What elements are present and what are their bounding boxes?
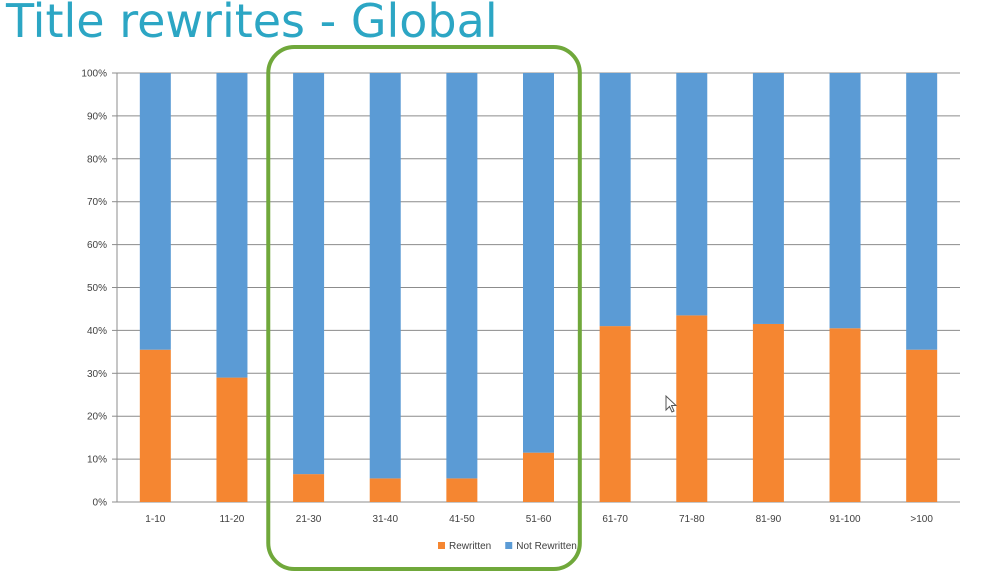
y-tick-label: 80% [87,154,107,165]
y-axis-labels: 0% 10% 20% 30% 40% 50% 60% 70% 80% 90% 100% [81,69,107,509]
bar-not-rewritten [599,73,631,327]
x-tick-label: 1-10 [145,514,165,525]
x-tick-label: 11-20 [220,514,245,525]
y-tick-label: 90% [87,111,107,122]
y-tick-label: 50% [87,283,107,294]
bar-rewritten [599,326,631,502]
x-tick-label: 51-60 [526,514,552,525]
bar-rewritten [139,349,171,502]
y-tick-label: 40% [87,326,107,337]
y-tick-label: 70% [87,197,107,208]
bar-not-rewritten [446,73,478,479]
legend-label: Rewritten [449,541,491,552]
bar-not-rewritten [906,73,938,350]
y-tick-label: 10% [87,455,107,466]
bar-rewritten [676,315,708,502]
legend-swatch [505,542,513,549]
bar-rewritten [446,478,478,502]
y-tick-label: 0% [93,498,108,509]
x-tick-label: >100 [910,514,933,525]
bar-rewritten [369,478,401,502]
mouse-cursor-icon [665,394,678,413]
bar-rewritten [293,474,325,502]
legend: Rewritten Not Rewritten [438,541,577,552]
cursor-arrow-icon [665,394,678,413]
y-tick-label: 20% [87,412,107,423]
bar-not-rewritten [139,73,171,350]
x-tick-label: 61-70 [602,514,628,525]
bar-rewritten [523,452,554,502]
x-tick-label: 21-30 [296,514,322,525]
x-axis-labels: 1-10 11-20 21-30 31-40 41-50 51-60 61-70 71-80 8… [145,514,933,525]
bar-not-rewritten [293,73,325,475]
bar-rewritten [829,328,861,502]
bar-not-rewritten [216,73,248,378]
bar-not-rewritten [523,73,554,453]
bar-not-rewritten [369,73,401,479]
bar-rewritten [906,349,938,502]
x-tick-label: 81-90 [756,514,782,525]
bar-not-rewritten [829,73,861,329]
x-tick-label: 71-80 [679,514,705,525]
x-tick-label: 41-50 [449,514,475,525]
x-tick-label: 91-100 [829,514,861,525]
legend-label: Not Rewritten [516,541,577,552]
y-tick-label: 30% [87,369,107,380]
bar-rewritten [216,377,248,502]
stacked-bar-chart: 0% 10% 20% 30% 40% 50% 60% 70% 80% 90% 100% 1-10 11… [81,45,960,571]
x-tick-label: 31-40 [372,514,398,525]
y-tick-label: 60% [87,240,107,251]
legend-swatch [438,542,445,549]
bar-not-rewritten [676,73,708,316]
bar-not-rewritten [752,73,784,324]
y-tick-label: 100% [81,69,107,80]
bar-rewritten [752,323,784,502]
